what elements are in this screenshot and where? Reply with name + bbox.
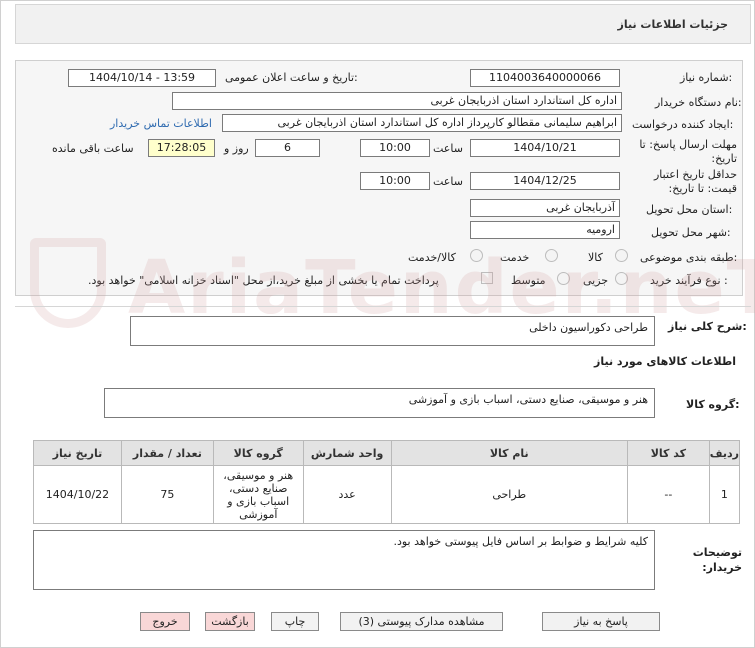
validity-date-field: 1404/12/25: [470, 172, 620, 190]
reply-time-label: ساعت: [433, 142, 463, 155]
payment-note: پرداخت تمام یا بخشی از مبلغ خرید،از محل …: [88, 274, 439, 287]
category-goods-service-label: کالا/خدمت: [408, 251, 456, 264]
cell-row-number: 1: [708, 465, 741, 524]
need-number-label: شماره نیاز:: [680, 71, 733, 84]
col-header-goods-code: کد کالا: [626, 440, 710, 466]
buyer-org-field: اداره کل استاندارد استان اذربایجان غربی: [172, 92, 622, 110]
goods-group-field: هنر و موسیقی، صنایع دستی، اسباب بازی و آ…: [104, 388, 655, 418]
day-and-label: روز و: [224, 142, 249, 155]
treasury-bonds-checkbox[interactable]: [481, 272, 493, 284]
reply-remaining-field: 17:28:05: [148, 139, 215, 157]
goods-section-title: اطلاعات کالاهای مورد نیاز: [594, 355, 736, 368]
delivery-city-label: شهر محل تحویل:: [651, 226, 731, 239]
page-title: جزئیات اطلاعات نیاز: [617, 18, 729, 31]
purchase-type-label: نوع فرآیند خرید :: [650, 274, 728, 287]
col-header-unit: واحد شمارش: [302, 440, 392, 466]
category-goods-label: کالا: [588, 251, 603, 264]
buyer-contact-link[interactable]: اطلاعات تماس خریدار: [110, 117, 212, 130]
goods-table: ردیف کد کالا نام کالا واحد شمارش گروه کا…: [33, 440, 741, 524]
buyer-notes-label: توضیحات خریدار:: [692, 546, 742, 574]
table-row: 1 -- طراحی عدد هنر و موسیقی، صنایع دستی،…: [33, 465, 741, 524]
buyer-notes-field: کلیه شرایط و ضوابط بر اساس فایل پیوستی خ…: [33, 530, 655, 590]
page-header: جزئیات اطلاعات نیاز: [15, 4, 751, 44]
announce-datetime-field: 1404/10/14 - 13:59: [68, 69, 216, 87]
col-header-goods-name: نام کالا: [390, 440, 628, 466]
purchase-medium-radio[interactable]: [557, 272, 570, 285]
need-number-field: 1104003640000066: [470, 69, 620, 87]
col-header-goods-group: گروه کالا: [212, 440, 304, 466]
buyer-org-label: نام دستگاه خریدار:: [655, 96, 742, 109]
cell-quantity: 75: [120, 465, 214, 524]
delivery-province-field: آذربایجان غربی: [470, 199, 620, 217]
col-header-row-number: ردیف: [708, 440, 741, 466]
delivery-province-label: استان محل تحویل:: [646, 203, 733, 216]
description-field: طراحی دکوراسیون داخلی: [130, 316, 655, 346]
section-divider: [15, 306, 751, 307]
cell-unit: عدد: [302, 465, 392, 524]
cell-goods-group: هنر و موسیقی، صنایع دستی، اسباب بازی و آ…: [212, 465, 304, 524]
cell-goods-code: --: [626, 465, 710, 524]
reply-date-field: 1404/10/21: [470, 139, 620, 157]
print-button[interactable]: چاپ: [271, 612, 319, 631]
reply-days-field: 6: [255, 139, 320, 157]
back-button[interactable]: بازگشت: [205, 612, 255, 631]
reply-deadline-label: مهلت ارسال پاسخ: تا تاریخ:: [639, 138, 737, 165]
requester-field: ابراهیم سلیمانی مقطالو کارپرداز اداره کل…: [222, 114, 622, 132]
reply-time-field: 10:00: [360, 139, 430, 157]
col-header-need-date: تاریخ نیاز: [33, 440, 122, 466]
reply-button[interactable]: پاسخ به نیاز: [542, 612, 660, 631]
purchase-minor-label: جزیی: [583, 274, 609, 287]
validity-time-label: ساعت: [433, 175, 463, 188]
table-header-row: ردیف کد کالا نام کالا واحد شمارش گروه کا…: [33, 440, 741, 466]
category-service-radio[interactable]: [545, 249, 558, 262]
price-validity-label: حداقل تاریخ اعتبار قیمت: تا تاریخ:: [653, 168, 737, 195]
cell-goods-name: طراحی: [390, 465, 628, 524]
category-goods-radio[interactable]: [615, 249, 628, 262]
cell-need-date: 1404/10/22: [33, 465, 122, 524]
category-service-label: خدمت: [500, 251, 530, 264]
description-label: شرح کلی نیاز:: [668, 320, 747, 333]
col-header-quantity: تعداد / مقدار: [120, 440, 214, 466]
validity-time-field: 10:00: [360, 172, 430, 190]
remaining-label: ساعت باقی مانده: [52, 142, 134, 155]
requester-label: ایجاد کننده درخواست:: [632, 118, 734, 131]
delivery-city-field: ارومیه: [470, 221, 620, 239]
category-goods-service-radio[interactable]: [470, 249, 483, 262]
exit-button[interactable]: خروج: [140, 612, 190, 631]
goods-group-label: گروه کالا:: [686, 398, 740, 411]
purchase-medium-label: متوسط: [511, 274, 546, 287]
view-attachments-button[interactable]: مشاهده مدارک پیوستی (3): [340, 612, 503, 631]
purchase-minor-radio[interactable]: [615, 272, 628, 285]
announce-datetime-label: تاریخ و ساعت اعلان عمومی:: [225, 71, 358, 84]
category-label: طبقه بندی موضوعی:: [640, 251, 738, 264]
